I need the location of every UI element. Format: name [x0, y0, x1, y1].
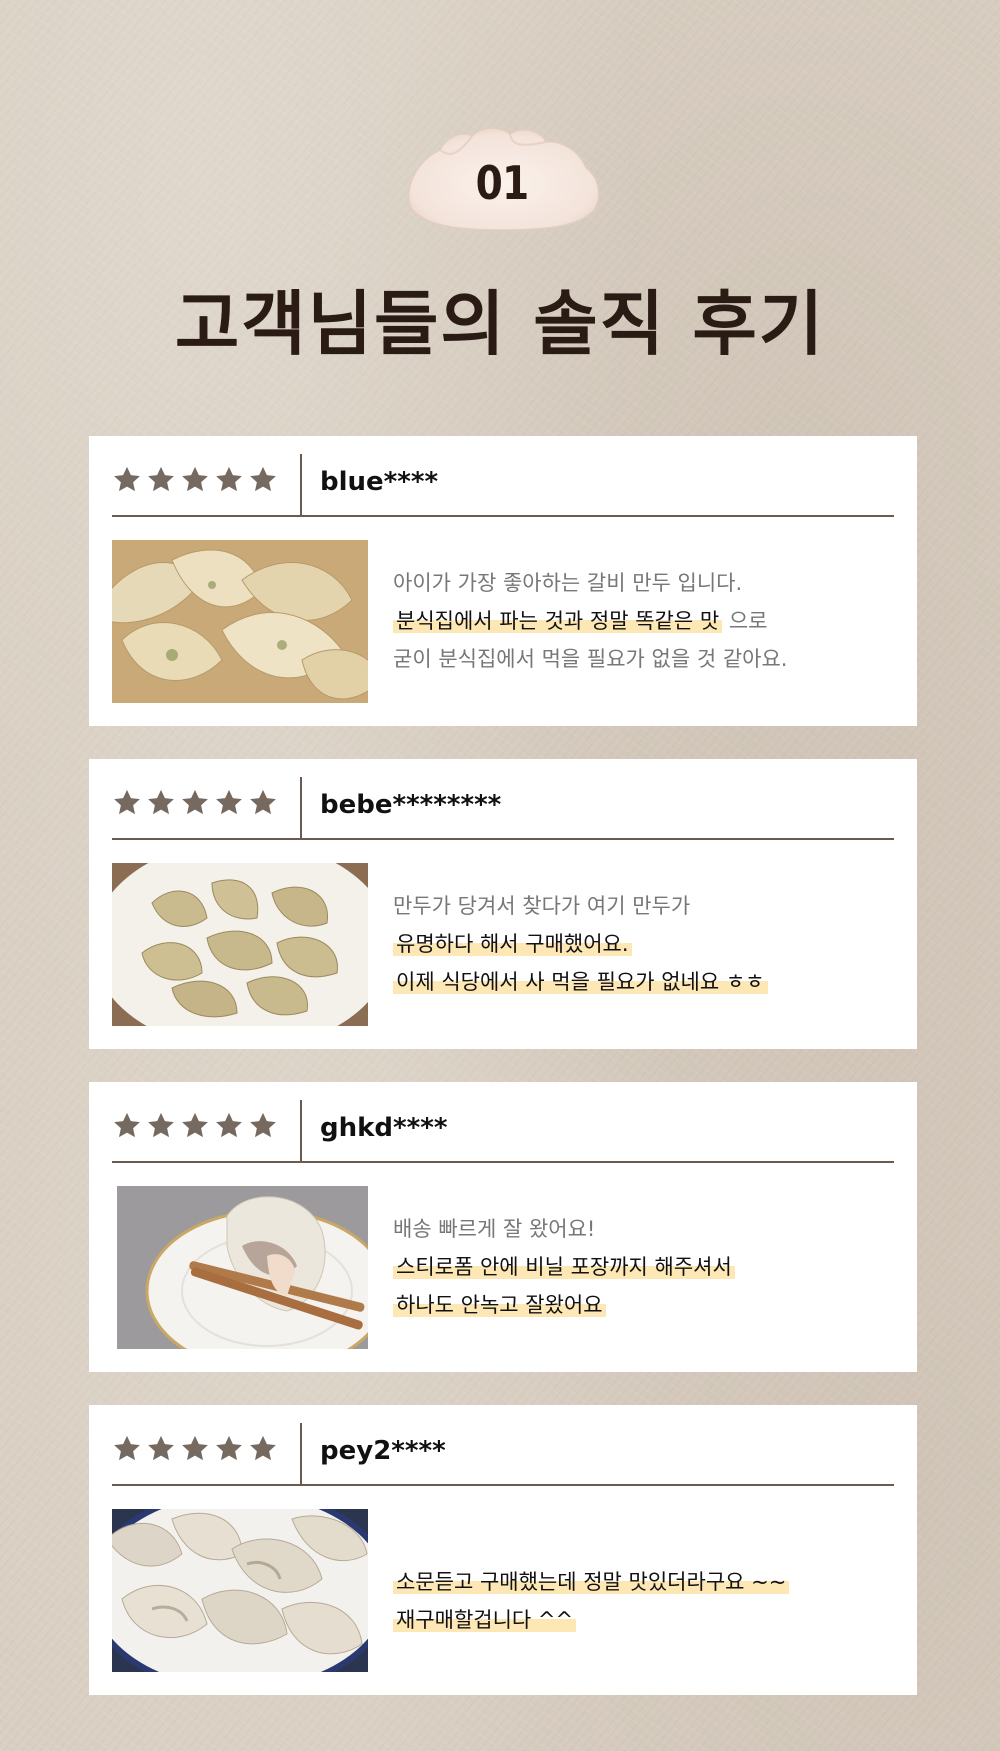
star-rating	[112, 1111, 278, 1141]
star-icon	[216, 789, 242, 815]
review-header: bebe********	[112, 759, 894, 840]
star-rating	[112, 465, 278, 495]
reviewer-name: pey2****	[320, 1436, 446, 1466]
review-text-normal: 굳이 분식집에서 먹을 필요가 없을 것 같아요.	[393, 647, 788, 671]
review-text-normal: 만두가 당겨서 찾다가 여기 만두가	[393, 894, 691, 918]
header-divider	[300, 777, 302, 840]
star-icon	[250, 466, 276, 492]
review-line: 분식집에서 파는 것과 정말 똑같은 맛 으로	[393, 602, 893, 640]
review-card: blue**** 아이가 가장 좋아하는 갈비 만두 입니다. 분식집에서 파는…	[89, 436, 917, 726]
review-text: 아이가 가장 좋아하는 갈비 만두 입니다. 분식집에서 파는 것과 정말 똑같…	[393, 564, 893, 678]
star-rating	[112, 1434, 278, 1464]
reviewer-name: ghkd****	[320, 1113, 448, 1143]
review-text-highlight: 스티로폼 안에 비닐 포장까지 해주셔서	[393, 1255, 735, 1279]
star-icon	[250, 1435, 276, 1461]
review-text-highlight: 유명하다 해서 구매했어요.	[393, 932, 632, 956]
star-rating	[112, 788, 278, 818]
header-divider	[300, 1100, 302, 1163]
review-header: pey2****	[112, 1405, 894, 1486]
review-text-highlight: 분식집에서 파는 것과 정말 똑같은 맛	[393, 609, 723, 633]
review-line: 하나도 안녹고 잘왔어요	[393, 1286, 893, 1324]
review-line: 이제 식당에서 사 먹을 필요가 없네요 ㅎㅎ	[393, 963, 893, 1001]
review-text-highlight: 하나도 안녹고 잘왔어요	[393, 1293, 606, 1317]
review-text-highlight: 재구매할겁니다 ^^	[393, 1608, 577, 1632]
review-text-normal: 배송 빠르게 잘 왔어요!	[393, 1217, 596, 1241]
star-icon	[182, 789, 208, 815]
star-icon	[250, 789, 276, 815]
review-card: ghkd**** 배송 빠르게 잘 왔어요! 스티로폼 안에 비닐 포장까지 해…	[89, 1082, 917, 1372]
review-card: bebe******** 만두가 당겨서 찾다가 여기 만두가 유명하다 해서 …	[89, 759, 917, 1049]
star-icon	[148, 1435, 174, 1461]
review-text-normal: 으로	[722, 609, 768, 633]
star-icon	[148, 466, 174, 492]
star-icon	[182, 466, 208, 492]
review-text-highlight: 소문듣고 구매했는데 정말 맛있더라구요 ~~	[393, 1570, 790, 1594]
review-photo	[117, 1186, 368, 1349]
review-text-normal: 아이가 가장 좋아하는 갈비 만두 입니다.	[393, 571, 743, 595]
header-divider	[300, 454, 302, 517]
review-text: 소문듣고 구매했는데 정말 맛있더라구요 ~~ 재구매할겁니다 ^^	[393, 1563, 893, 1639]
review-photo	[112, 540, 368, 703]
review-header: ghkd****	[112, 1082, 894, 1163]
review-text: 만두가 당겨서 찾다가 여기 만두가 유명하다 해서 구매했어요. 이제 식당에…	[393, 887, 893, 1001]
section-number-badge: 01	[400, 126, 604, 232]
review-line: 소문듣고 구매했는데 정말 맛있더라구요 ~~	[393, 1563, 893, 1601]
star-icon	[182, 1435, 208, 1461]
review-photo	[112, 1509, 368, 1672]
star-icon	[216, 1112, 242, 1138]
reviewer-name: bebe********	[320, 790, 502, 820]
review-line: 스티로폼 안에 비닐 포장까지 해주셔서	[393, 1248, 893, 1286]
star-icon	[148, 789, 174, 815]
star-icon	[114, 789, 140, 815]
star-icon	[114, 1435, 140, 1461]
section-number: 01	[475, 156, 530, 210]
review-line: 아이가 가장 좋아하는 갈비 만두 입니다.	[393, 564, 893, 602]
star-icon	[216, 466, 242, 492]
star-icon	[114, 1112, 140, 1138]
review-text-highlight: 이제 식당에서 사 먹을 필요가 없네요 ㅎㅎ	[393, 970, 768, 994]
star-icon	[216, 1435, 242, 1461]
review-line: 재구매할겁니다 ^^	[393, 1601, 893, 1639]
review-line: 배송 빠르게 잘 왔어요!	[393, 1210, 893, 1248]
review-card: pey2**** 소문듣고 구매했는데 정말 맛있더라구요 ~~ 재구매할겁니다…	[89, 1405, 917, 1695]
page-title: 고객님들의 솔직 후기	[174, 283, 826, 365]
header-divider	[300, 1423, 302, 1486]
star-icon	[250, 1112, 276, 1138]
review-text: 배송 빠르게 잘 왔어요! 스티로폼 안에 비닐 포장까지 해주셔서 하나도 안…	[393, 1210, 893, 1324]
reviewer-name: blue****	[320, 467, 439, 497]
review-line: 굳이 분식집에서 먹을 필요가 없을 것 같아요.	[393, 640, 893, 678]
review-header: blue****	[112, 436, 894, 517]
star-icon	[114, 466, 140, 492]
review-photo	[112, 863, 368, 1026]
review-line: 유명하다 해서 구매했어요.	[393, 925, 893, 963]
review-line: 만두가 당겨서 찾다가 여기 만두가	[393, 887, 893, 925]
star-icon	[148, 1112, 174, 1138]
star-icon	[182, 1112, 208, 1138]
